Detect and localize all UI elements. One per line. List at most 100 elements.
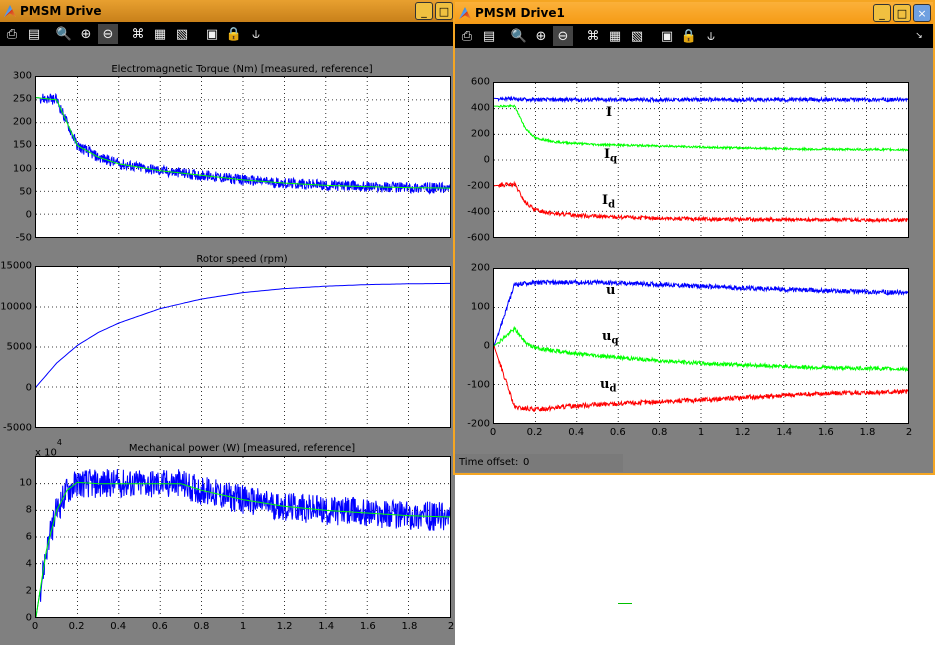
- torque-ytick: 150: [12, 139, 32, 151]
- label-Iq: Iq: [604, 147, 618, 165]
- time-offset-label: Time offset:: [459, 457, 519, 468]
- save-axes-icon[interactable]: ▦: [605, 26, 625, 46]
- window-controls-left: _ □: [415, 2, 453, 20]
- plot-title-torque: Electromagnetic Torque (Nm) [measured, r…: [111, 64, 373, 75]
- voltage-xtick: 0: [489, 427, 497, 438]
- label-uq: uq: [602, 329, 619, 347]
- toolbar-separator: [120, 24, 126, 44]
- plot-title-power: Mechanical power (W) [measured, referenc…: [128, 443, 356, 454]
- speed-plot-svg: [36, 267, 450, 427]
- minimize-button[interactable]: _: [415, 2, 433, 20]
- current-ytick: -600: [467, 232, 490, 244]
- close-button[interactable]: ×: [913, 4, 931, 22]
- floating-scope-icon[interactable]: ▣: [657, 26, 677, 46]
- signal-selection-icon[interactable]: ⫝: [246, 24, 266, 44]
- lock-icon[interactable]: 🔒: [224, 24, 244, 44]
- torque-ytick: 250: [12, 93, 32, 105]
- power-ytick: 6: [25, 531, 32, 543]
- parameters-icon[interactable]: ▤: [24, 24, 44, 44]
- signal-selection-icon[interactable]: ⫝: [701, 26, 721, 46]
- power-xtick: 2: [447, 621, 455, 632]
- zoom-y-icon[interactable]: ⊖: [553, 26, 573, 46]
- label-ud: ud: [600, 377, 617, 395]
- current-ytick: -200: [467, 180, 490, 192]
- voltage-ytick: 200: [470, 262, 490, 274]
- zoom-y-icon[interactable]: ⊖: [98, 24, 118, 44]
- axes-power[interactable]: [35, 456, 451, 618]
- maximize-button[interactable]: □: [435, 2, 453, 20]
- voltage-xtick: 0.2: [526, 427, 543, 438]
- power-xtick: 1.8: [401, 621, 418, 632]
- restore-axes-icon[interactable]: ▧: [627, 26, 647, 46]
- print-icon[interactable]: ⎙: [2, 24, 22, 44]
- save-axes-icon[interactable]: ▦: [150, 24, 170, 44]
- zoom-in-icon[interactable]: 🔍: [509, 26, 529, 46]
- power-xtick: 0.8: [193, 621, 210, 632]
- axes-speed[interactable]: [35, 266, 451, 428]
- power-xtick: 1.6: [359, 621, 376, 632]
- voltage-ytick: -100: [467, 379, 490, 391]
- torque-ytick: 100: [12, 163, 32, 175]
- torque-ytick: -50: [15, 232, 32, 244]
- voltage-xtick: 1: [697, 427, 705, 438]
- label-I: I: [606, 105, 613, 120]
- plot-title-speed: Rotor speed (rpm): [196, 254, 288, 265]
- toolbar-left: ⎙ ▤ 🔍 ⊕ ⊖ ⌘ ▦ ▧ ▣ 🔒 ⫝: [0, 22, 455, 46]
- series-line-id: [494, 180, 908, 224]
- voltage-xtick: 1.4: [776, 427, 793, 438]
- zoom-x-icon[interactable]: ⊕: [76, 24, 96, 44]
- floating-scope-icon[interactable]: ▣: [202, 24, 222, 44]
- time-offset-bar: Time offset: 0: [455, 454, 623, 472]
- maximize-button[interactable]: □: [893, 4, 911, 22]
- voltage-xtick: 1.2: [734, 427, 751, 438]
- titlebar-right[interactable]: PMSM Drive1 _ □ ×: [455, 2, 933, 24]
- speed-ytick: 15000: [0, 260, 32, 272]
- autoscale-icon[interactable]: ⌘: [128, 24, 148, 44]
- torque-plot-svg: [36, 77, 450, 237]
- plot-area-left: Electromagnetic Torque (Nm) [measured, r…: [0, 46, 455, 645]
- series-line-i: [494, 95, 908, 104]
- plot-area-right: I Iq Id u uq ud Time offset: 0 600 400 200…: [455, 48, 933, 473]
- power-ytick: 2: [25, 585, 32, 597]
- print-icon[interactable]: ⎙: [457, 26, 477, 46]
- zoom-x-icon[interactable]: ⊕: [531, 26, 551, 46]
- axes-current[interactable]: I Iq Id: [493, 82, 909, 238]
- scope-window-left: PMSM Drive _ □ ⎙ ▤ 🔍 ⊕ ⊖ ⌘ ▦ ▧ ▣ 🔒 ⫝ Ele…: [0, 0, 455, 645]
- voltage-ytick: 0: [483, 340, 490, 352]
- axes-torque[interactable]: [35, 76, 451, 238]
- current-ytick: -400: [467, 206, 490, 218]
- lock-icon[interactable]: 🔒: [679, 26, 699, 46]
- titlebar-left[interactable]: PMSM Drive _ □: [0, 0, 455, 22]
- minimize-button[interactable]: _: [873, 4, 891, 22]
- window-title-right: PMSM Drive1: [475, 6, 565, 20]
- current-ytick: 200: [470, 128, 490, 140]
- restore-axes-icon[interactable]: ▧: [172, 24, 192, 44]
- axes-voltage[interactable]: u uq ud: [493, 268, 909, 424]
- power-ytick: 8: [25, 504, 32, 516]
- autoscale-icon[interactable]: ⌘: [583, 26, 603, 46]
- current-ytick: 0: [483, 154, 490, 166]
- toolbar-separator: [501, 26, 507, 46]
- current-plot-svg: [494, 83, 908, 237]
- toolbar-right: ⎙ ▤ 🔍 ⊕ ⊖ ⌘ ▦ ▧ ▣ 🔒 ⫝ ↘: [455, 24, 933, 48]
- series-line-measured: [36, 468, 450, 617]
- voltage-ytick: -200: [467, 418, 490, 430]
- power-xtick: 0: [31, 621, 39, 632]
- power-xtick: 0.6: [151, 621, 168, 632]
- toolbar-overflow-icon[interactable]: ↘: [909, 26, 929, 46]
- voltage-xtick: 1.8: [859, 427, 876, 438]
- stray-mark: [618, 603, 632, 604]
- voltage-xtick: 0.6: [609, 427, 626, 438]
- torque-ytick: 50: [19, 186, 32, 198]
- voltage-ytick: 100: [470, 301, 490, 313]
- voltage-xtick: 0.4: [568, 427, 585, 438]
- speed-ytick: 10000: [0, 301, 32, 312]
- current-ytick: 400: [470, 102, 490, 114]
- torque-ytick: 0: [25, 209, 32, 221]
- series-line-ud: [494, 345, 908, 413]
- parameters-icon[interactable]: ▤: [479, 26, 499, 46]
- power-xtick: 1.2: [276, 621, 293, 632]
- toolbar-separator: [575, 26, 581, 46]
- label-Id: Id: [602, 193, 616, 211]
- zoom-in-icon[interactable]: 🔍: [54, 24, 74, 44]
